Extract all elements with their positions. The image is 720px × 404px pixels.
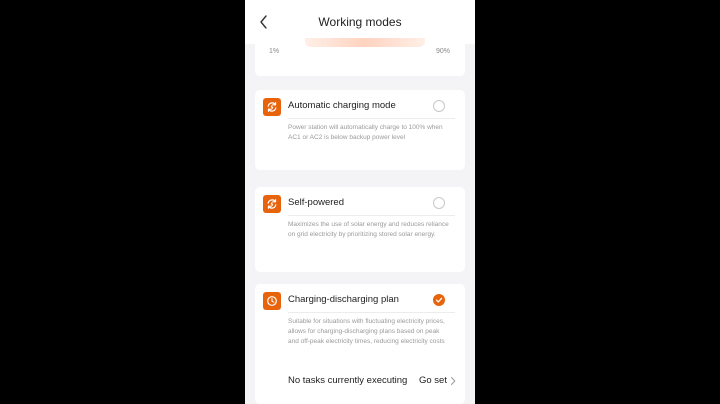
backup-level-slider[interactable] — [305, 38, 425, 47]
mode-title: Self-powered — [288, 197, 344, 208]
mode-description: Suitable for situations with fluctuating… — [288, 318, 445, 345]
mode-card-self-powered[interactable]: Self-powered Maximizes the use of solar … — [255, 187, 465, 272]
cycle-icon — [263, 98, 281, 116]
task-status: No tasks currently executing — [288, 375, 408, 386]
slider-max-label: 90% — [435, 48, 450, 55]
clock-icon — [263, 292, 281, 310]
slider-min-label: 1% — [269, 48, 280, 55]
mode-title: Automatic charging mode — [288, 100, 396, 111]
divider — [288, 118, 455, 119]
backup-level-slider-card: 1% 90% — [255, 38, 465, 76]
phone-screen: Working modes 1% 90% Automatic charging … — [245, 0, 475, 404]
mode-card-charging-discharging-plan[interactable]: Charging-discharging plan Suitable for s… — [255, 284, 465, 404]
divider — [288, 312, 455, 313]
cycle-icon — [263, 195, 281, 213]
mode-description: Maximizes the use of solar energy and re… — [288, 221, 449, 238]
page-title: Working modes — [318, 15, 402, 29]
mode-radio[interactable] — [433, 100, 445, 112]
mode-card-automatic-charging[interactable]: Automatic charging mode Power station wi… — [255, 90, 465, 170]
mode-description: Power station will automatically charge … — [288, 124, 443, 141]
divider — [288, 215, 455, 216]
task-row[interactable]: No tasks currently executing Go set — [288, 374, 457, 388]
mode-title: Charging-discharging plan — [288, 294, 399, 305]
check-icon — [435, 297, 443, 303]
mode-radio-selected[interactable] — [433, 294, 445, 306]
mode-radio[interactable] — [433, 197, 445, 209]
chevron-right-icon — [451, 377, 456, 385]
go-set-link[interactable]: Go set — [419, 375, 447, 386]
